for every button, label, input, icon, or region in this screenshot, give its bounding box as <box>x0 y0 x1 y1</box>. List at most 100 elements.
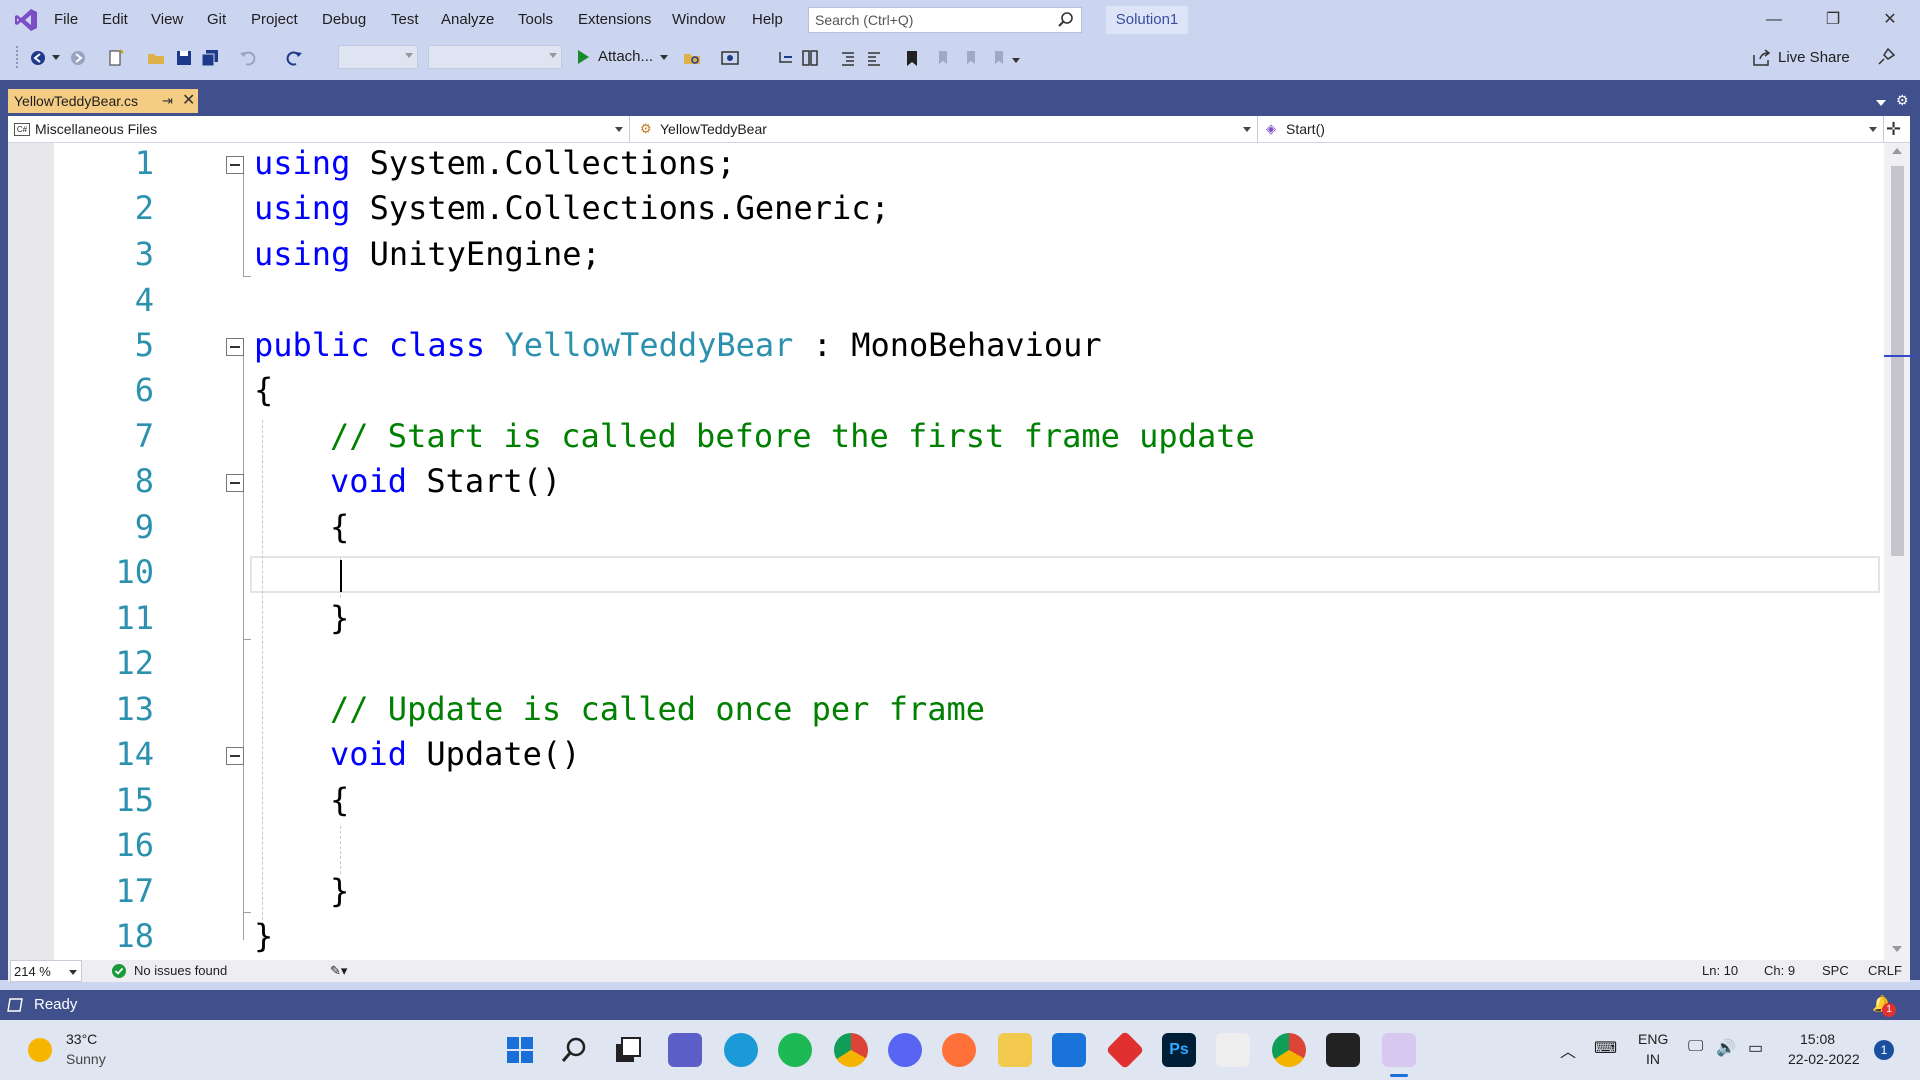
close-tab-icon[interactable]: ✕ <box>182 89 195 113</box>
close-window-button[interactable]: ✕ <box>1862 0 1918 40</box>
solution-explorer-icon[interactable] <box>800 48 820 68</box>
project-dropdown[interactable]: C# Miscellaneous Files <box>10 116 630 142</box>
firefox-icon[interactable] <box>942 1033 976 1067</box>
bookmark-icon[interactable] <box>902 48 922 68</box>
menu-debug[interactable]: Debug <box>322 0 366 40</box>
line-ending-indicator[interactable]: CRLF <box>1868 960 1902 982</box>
search-input[interactable]: Search (Ctrl+Q) <box>808 7 1082 33</box>
collapse-update-icon[interactable] <box>226 747 244 765</box>
tab-list-dropdown-icon[interactable] <box>1876 100 1886 106</box>
live-share-icon[interactable] <box>1752 49 1772 67</box>
weather-sun-icon[interactable] <box>28 1038 52 1062</box>
start-debug-icon[interactable] <box>576 49 590 65</box>
collapse-usings-icon[interactable] <box>226 156 244 174</box>
browser-link-icon[interactable] <box>720 48 740 68</box>
weather-desc[interactable]: Sunny <box>66 1051 106 1067</box>
menu-view[interactable]: View <box>151 0 183 40</box>
indent-icon[interactable] <box>838 48 858 68</box>
browse-folder-icon[interactable] <box>682 48 702 68</box>
csharp-file-icon: C# <box>14 123 30 136</box>
toolbar-grip[interactable] <box>16 46 20 68</box>
menu-analyze[interactable]: Analyze <box>441 0 494 40</box>
tray-overflow-icon[interactable]: ︿ <box>1560 1038 1576 1062</box>
navigate-back-icon[interactable] <box>28 48 48 68</box>
menu-tools[interactable]: Tools <box>518 0 553 40</box>
unity-hub-icon[interactable] <box>1216 1033 1250 1067</box>
minimize-button[interactable]: — <box>1746 0 1802 40</box>
menu-project[interactable]: Project <box>251 0 298 40</box>
chrome-icon[interactable] <box>834 1033 868 1067</box>
notification-center-badge[interactable]: 1 <box>1874 1040 1894 1060</box>
restore-button[interactable]: ❐ <box>1805 0 1861 40</box>
battery-icon[interactable]: ▭ <box>1748 1038 1763 1058</box>
pin-icon[interactable]: ⇥ <box>162 90 173 112</box>
edge-browser-icon[interactable] <box>724 1033 758 1067</box>
outdent-icon[interactable] <box>864 48 884 68</box>
back-dropdown-icon[interactable] <box>52 55 60 60</box>
attach-button[interactable]: Attach... <box>598 44 653 70</box>
mail-icon[interactable] <box>1052 1033 1086 1067</box>
settings-gear-icon[interactable]: ⚙ <box>1896 92 1909 109</box>
char-indicator[interactable]: Ch: 9 <box>1764 960 1795 982</box>
photoshop-icon[interactable]: Ps <box>1162 1033 1196 1067</box>
solution-configuration-dropdown[interactable] <box>338 45 418 69</box>
redo-icon[interactable] <box>284 48 304 68</box>
solution-platform-dropdown[interactable] <box>428 45 562 69</box>
split-window-icon[interactable]: ✛ <box>1886 118 1901 140</box>
task-view-icon[interactable] <box>614 1036 642 1064</box>
volume-icon[interactable]: 🔊 <box>1716 1038 1736 1058</box>
teams-chat-icon[interactable] <box>668 1033 702 1067</box>
new-project-icon[interactable] <box>106 48 126 68</box>
open-file-icon[interactable] <box>146 48 166 68</box>
save-all-icon[interactable] <box>200 48 220 68</box>
feedback-icon[interactable] <box>1876 47 1896 67</box>
menu-git[interactable]: Git <box>207 0 226 40</box>
unity-editor-icon[interactable] <box>1326 1033 1360 1067</box>
scrollbar-thumb[interactable] <box>1891 166 1904 556</box>
scroll-up-icon[interactable] <box>1892 148 1902 154</box>
previous-bookmark-icon[interactable] <box>932 48 952 68</box>
tab-yellowteddybear[interactable]: YellowTeddyBear.cs ⇥ ✕ <box>8 89 198 113</box>
step-into-icon[interactable] <box>776 48 796 68</box>
spacing-indicator[interactable]: SPC <box>1822 960 1849 982</box>
issues-status[interactable]: No issues found <box>134 960 227 982</box>
language-eng[interactable]: ENG <box>1638 1031 1668 1047</box>
clock-date[interactable]: 22-02-2022 <box>1788 1051 1860 1067</box>
collapse-class-icon[interactable] <box>226 338 244 356</box>
chrome-profile-icon[interactable] <box>1272 1033 1306 1067</box>
attach-dropdown-icon[interactable] <box>660 55 668 60</box>
menu-file[interactable]: File <box>54 0 78 40</box>
scroll-down-icon[interactable] <box>1892 946 1902 952</box>
member-dropdown[interactable]: ◈ Start() <box>1262 116 1884 142</box>
class-dropdown[interactable]: ⚙ YellowTeddyBear <box>636 116 1258 142</box>
clear-bookmarks-icon[interactable] <box>988 48 1008 68</box>
code-cleanup-icon[interactable]: ✎▾ <box>330 960 347 982</box>
menu-extensions[interactable]: Extensions <box>578 0 651 40</box>
menu-test[interactable]: Test <box>391 0 419 40</box>
network-icon[interactable]: 🖵 <box>1688 1038 1703 1056</box>
undo-icon[interactable] <box>238 48 258 68</box>
toolbar-overflow-icon[interactable] <box>1012 58 1020 63</box>
navigate-forward-icon[interactable] <box>68 48 88 68</box>
clock-time[interactable]: 15:08 <box>1800 1031 1835 1047</box>
spotify-icon[interactable] <box>778 1033 812 1067</box>
indicator-margin[interactable] <box>8 143 54 960</box>
menu-edit[interactable]: Edit <box>102 0 128 40</box>
keyboard-icon[interactable]: ⌨ <box>1594 1038 1617 1058</box>
live-share-button[interactable]: Live Share <box>1778 46 1850 70</box>
zoom-dropdown[interactable]: 214 % <box>10 960 82 982</box>
search-taskbar-icon[interactable] <box>560 1036 588 1064</box>
file-explorer-icon[interactable] <box>998 1033 1032 1067</box>
next-bookmark-icon[interactable] <box>960 48 980 68</box>
weather-temp[interactable]: 33°C <box>66 1031 97 1047</box>
discord-icon[interactable] <box>888 1033 922 1067</box>
windows-start-icon[interactable] <box>506 1036 534 1064</box>
collapse-start-icon[interactable] <box>226 474 244 492</box>
line-indicator[interactable]: Ln: 10 <box>1702 960 1738 982</box>
language-in[interactable]: IN <box>1646 1051 1660 1067</box>
menu-help[interactable]: Help <box>752 0 783 40</box>
visual-studio-taskbar-icon[interactable] <box>1382 1033 1416 1067</box>
menu-window[interactable]: Window <box>672 0 725 40</box>
save-icon[interactable] <box>174 48 194 68</box>
visual-studio-logo-icon[interactable] <box>14 8 38 32</box>
